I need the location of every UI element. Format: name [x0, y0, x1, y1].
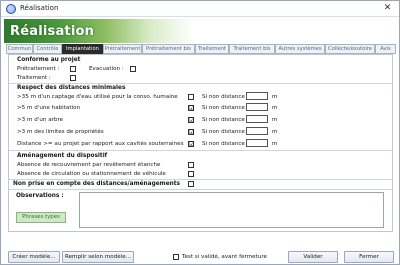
valider-button[interactable]: Valider	[288, 251, 338, 263]
tab-implantation[interactable]: Implantation	[62, 44, 103, 54]
close-icon[interactable]: ✕	[382, 3, 393, 14]
distance-checkbox-cavites[interactable]: ☑	[188, 141, 194, 148]
distance-label-arbre: >3 m d'un arbre	[17, 117, 64, 123]
distance-input-limites[interactable]	[246, 127, 268, 135]
distance-input-arbre[interactable]	[246, 115, 268, 123]
si-non-distance-label: Si non distance	[202, 129, 245, 135]
tab-avis[interactable]: Avis	[375, 44, 396, 54]
tab-commun[interactable]: Commun	[6, 44, 33, 54]
amenagement-checkbox-circulation[interactable]	[188, 171, 194, 177]
unit-label: m	[272, 129, 278, 135]
si-non-distance-label: Si non distance	[202, 141, 245, 147]
banner-title: Réalisation	[10, 24, 95, 39]
distance-label-habitation: >5 m d'une habitation	[17, 105, 81, 111]
distance-checkbox-limites[interactable]: ☑	[188, 129, 194, 136]
realisation-window: Réalisation ✕ Réalisation Commun Contrôl…	[0, 0, 400, 265]
section-title-distances: Respect des distances minimales	[17, 85, 126, 91]
fermer-button[interactable]: Fermer	[344, 251, 394, 263]
pretraitement-checkbox[interactable]	[70, 66, 76, 72]
window-title: Réalisation	[20, 4, 59, 12]
distance-checkbox-habitation[interactable]: ☑	[188, 105, 194, 112]
title-bar: Réalisation ✕	[1, 1, 399, 17]
pretraitement-label: Prétraitement :	[17, 66, 60, 72]
unit-label: m	[272, 105, 278, 111]
test-valide-checkbox[interactable]	[173, 254, 179, 260]
unit-label: m	[272, 141, 278, 147]
section-title-amenagement: Aménagement du dispositif	[17, 153, 108, 159]
unit-label: m	[272, 117, 278, 123]
test-valide-label: Test si validé, avant fermeture	[182, 254, 267, 260]
si-non-distance-label: Si non distance	[202, 117, 245, 123]
tab-bar: Commun Contrôle Implantation Prétraiteme…	[6, 44, 396, 54]
traitement-label: Traitement :	[17, 75, 51, 81]
creer-modele-button[interactable]: Créer modèle...	[8, 251, 60, 263]
tab-pretraitement-bis[interactable]: Prétraitement bis	[142, 44, 195, 54]
observations-textarea[interactable]	[79, 192, 384, 228]
si-non-distance-label: Si non distance	[202, 94, 245, 100]
distance-label-cavites: Distance >= au projet par rapport aux ca…	[17, 141, 184, 147]
observations-label: Observations :	[16, 193, 64, 199]
non-prise-checkbox[interactable]	[188, 181, 194, 187]
evacuation-checkbox[interactable]	[130, 66, 136, 72]
traitement-checkbox[interactable]	[70, 75, 76, 81]
non-prise-label: Non prise en compte des distances/aménag…	[13, 181, 180, 187]
tab-pretraitement[interactable]: Prétraitement	[103, 44, 142, 54]
amenagement-label-recouvrement: Absence de recouvrement par revêtement é…	[17, 162, 161, 168]
divider	[9, 150, 392, 151]
section-title-conformite: Conforme au projet	[17, 57, 81, 63]
tab-collecte-exutoire[interactable]: Collecte/exutoire	[325, 44, 375, 54]
implantation-panel: Conforme au projet Prétraitement : Evacu…	[8, 54, 393, 232]
distance-label-limites: >3 m des limites de propriétés	[17, 129, 104, 135]
distance-input-habitation[interactable]	[246, 103, 268, 111]
amenagement-checkbox-recouvrement[interactable]	[188, 162, 194, 168]
remplir-modele-button[interactable]: Remplir selon modèle...	[62, 251, 134, 263]
divider	[9, 189, 392, 190]
tab-autres-systemes[interactable]: Autres systèmes	[275, 44, 325, 54]
header-banner: Réalisation	[4, 19, 398, 43]
distance-checkbox-arbre[interactable]: ☑	[188, 117, 194, 124]
app-icon	[6, 4, 16, 14]
amenagement-label-circulation: Absence de circulation ou stationnement …	[17, 171, 166, 177]
tab-traitement-bis[interactable]: Traitement bis	[229, 44, 275, 54]
distance-input-captage[interactable]	[246, 92, 268, 100]
tab-controle[interactable]: Contrôle	[33, 44, 62, 54]
evacuation-label: Evacuation :	[89, 66, 124, 72]
si-non-distance-label: Si non distance	[202, 105, 245, 111]
distance-input-cavites[interactable]	[246, 139, 268, 147]
distance-checkbox-captage[interactable]	[188, 94, 194, 100]
divider	[9, 83, 392, 84]
unit-label: m	[272, 94, 278, 100]
divider	[9, 179, 392, 180]
tab-traitement[interactable]: Traitement	[195, 44, 229, 54]
phrases-types-button[interactable]: Phrases types	[16, 212, 66, 223]
distance-label-captage: >35 m d'un captage d'eau utilisé pour la…	[17, 94, 178, 100]
